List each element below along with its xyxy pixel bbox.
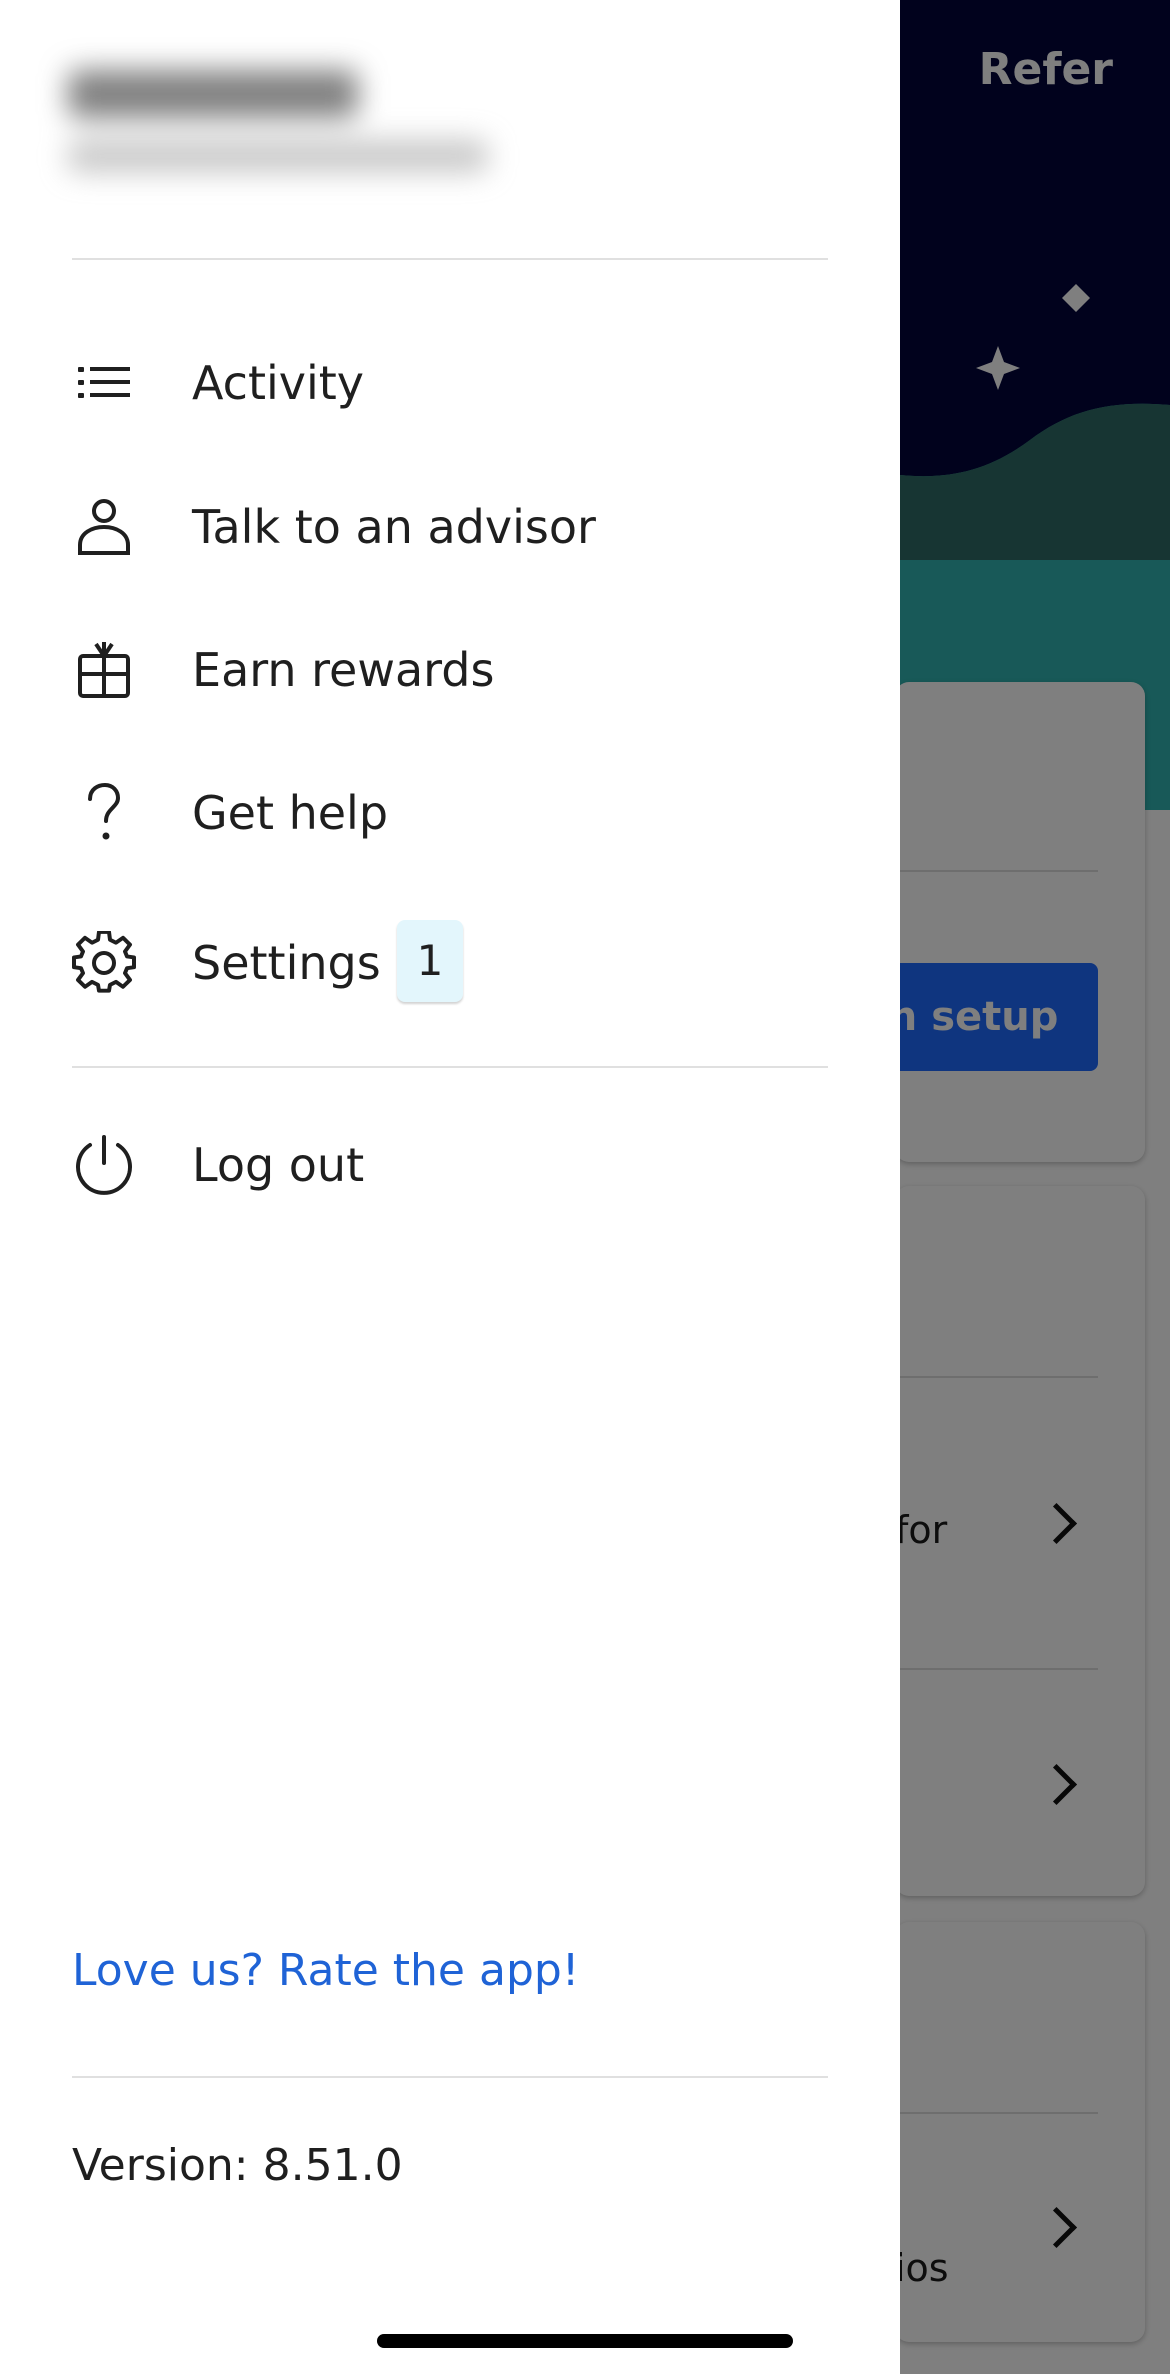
divider <box>72 2076 828 2078</box>
question-icon <box>88 782 121 840</box>
logout-button[interactable]: Log out <box>0 1100 900 1230</box>
divider <box>72 1066 828 1068</box>
app-version: Version: 8.51.0 <box>72 2140 403 2191</box>
menu-item-label: Settings <box>192 936 381 990</box>
person-icon <box>78 499 130 555</box>
home-indicator[interactable] <box>377 2334 793 2348</box>
menu-item-label: Get help <box>192 786 389 840</box>
power-icon <box>76 1135 132 1195</box>
menu-item-get-help[interactable]: Get help <box>0 748 900 878</box>
gear-icon <box>72 931 136 993</box>
gift-icon <box>78 642 130 698</box>
rate-app-link[interactable]: Love us? Rate the app! <box>72 1945 579 1996</box>
menu-item-label: Earn rewards <box>192 643 495 697</box>
profile-name-redacted <box>68 70 358 118</box>
menu-item-settings[interactable]: Settings 1 <box>0 898 900 1028</box>
navigation-drawer: Activity Talk to an advisor Earn rewards <box>0 0 900 2374</box>
profile-header-redacted <box>48 60 508 190</box>
profile-email-redacted <box>68 140 488 172</box>
menu-item-earn-rewards[interactable]: Earn rewards <box>0 605 900 735</box>
divider <box>72 258 828 260</box>
menu-item-label: Activity <box>192 356 365 410</box>
menu-item-activity[interactable]: Activity <box>0 318 900 448</box>
menu-item-label: Talk to an advisor <box>192 500 596 554</box>
menu-item-label: Log out <box>192 1138 365 1192</box>
menu-item-talk-to-advisor[interactable]: Talk to an advisor <box>0 462 900 592</box>
notification-badge: 1 <box>397 920 463 1002</box>
list-icon <box>78 367 130 398</box>
